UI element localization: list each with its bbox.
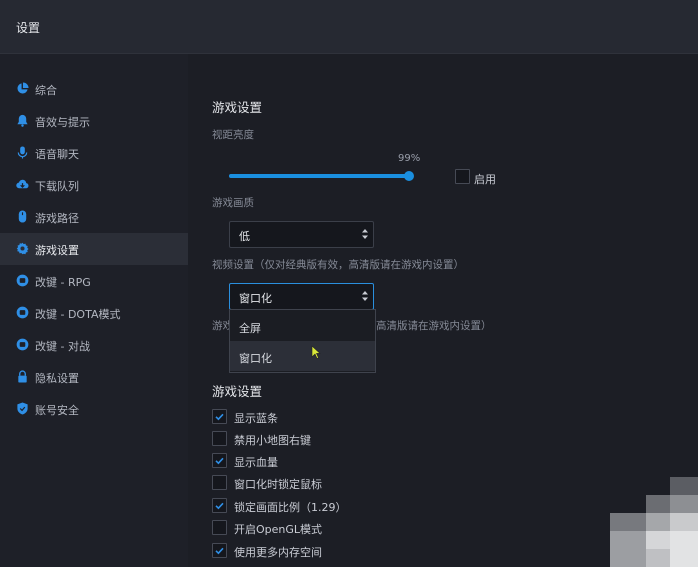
sidebar-item-keymap-battle[interactable]: 改键 - 对战 — [0, 329, 188, 361]
sidebar-item-label: 改键 - RPG — [35, 276, 91, 289]
keyboard-icon — [16, 274, 29, 287]
sidebar-item-keymap-dota[interactable]: 改键 - DOTA模式 — [0, 297, 188, 329]
gear-icon — [16, 242, 29, 255]
checkbox[interactable] — [212, 409, 227, 424]
checkbox[interactable] — [212, 475, 227, 490]
dropdown-option-windowed[interactable]: 窗口化 — [230, 341, 375, 371]
checkbox-label: 显示血量 — [234, 456, 278, 469]
section-title-game-settings: 游戏设置 — [212, 100, 263, 115]
checkbox-label: 窗口化时锁定鼠标 — [234, 478, 322, 491]
option-show-mana[interactable]: 显示蓝条 — [212, 408, 512, 426]
checkbox[interactable] — [212, 431, 227, 446]
sidebar-item-label: 语音聊天 — [35, 148, 79, 161]
updown-arrow-icon — [362, 229, 368, 239]
sidebar-item-keymap-rpg[interactable]: 改键 - RPG — [0, 265, 188, 297]
checkmark-icon — [215, 457, 224, 465]
sidebar-item-general[interactable]: 综合 — [0, 73, 188, 105]
mouse-icon — [18, 210, 27, 223]
checkbox-label: 禁用小地图右键 — [234, 434, 311, 447]
sidebar-item-label: 隐私设置 — [35, 372, 79, 385]
hidden-label-suffix: 高清版请在游戏内设置） — [376, 320, 492, 332]
option-show-health[interactable]: 显示血量 — [212, 452, 512, 470]
sidebar-item-label: 下载队列 — [35, 180, 79, 193]
video-settings-label: 视频设置（仅对经典版有效，高清版请在游戏内设置） — [212, 259, 464, 271]
sidebar-item-label: 游戏路径 — [35, 212, 79, 225]
keyboard-icon — [16, 338, 29, 351]
brightness-label: 视距亮度 — [212, 129, 254, 141]
sidebar-item-label: 音效与提示 — [35, 116, 90, 129]
checkbox-label: 显示蓝条 — [234, 412, 278, 425]
sidebar-item-voice[interactable]: 语音聊天 — [0, 137, 188, 169]
pie-chart-icon — [17, 82, 29, 94]
video-select-value: 窗口化 — [239, 292, 272, 305]
checkbox[interactable] — [212, 498, 227, 513]
cloud-download-icon — [16, 179, 29, 189]
checkbox[interactable] — [212, 453, 227, 468]
quality-select-value: 低 — [239, 230, 250, 243]
mouse-cursor-icon — [311, 345, 321, 359]
option-disable-minimap-right-click[interactable]: 禁用小地图右键 — [212, 430, 512, 448]
brightness-enable-checkbox[interactable] — [455, 169, 470, 184]
lock-icon — [18, 370, 27, 383]
bell-icon — [17, 114, 28, 127]
window-title: 设置 — [16, 21, 41, 35]
sidebar-item-label: 账号安全 — [35, 404, 79, 417]
sidebar: 综合 音效与提示 语音聊天 下载队列 游戏路径 游戏设置 改键 - RPG 改键… — [0, 54, 188, 567]
keyboard-icon — [16, 306, 29, 319]
section-title-game-options: 游戏设置 — [212, 384, 263, 399]
pixelated-watermark — [610, 477, 698, 567]
sidebar-item-privacy[interactable]: 隐私设置 — [0, 361, 188, 393]
checkmark-icon — [215, 502, 224, 510]
checkmark-icon — [215, 413, 224, 421]
updown-arrow-icon — [362, 291, 368, 301]
sidebar-item-sound[interactable]: 音效与提示 — [0, 105, 188, 137]
dropdown-option-fullscreen[interactable]: 全屏 — [230, 311, 375, 341]
option-lock-mouse-windowed[interactable]: 窗口化时锁定鼠标 — [212, 474, 512, 492]
checkbox[interactable] — [212, 520, 227, 535]
sidebar-item-label: 改键 - 对战 — [35, 340, 90, 353]
title-bar: 设置 — [0, 0, 698, 54]
quality-label: 游戏画质 — [212, 197, 254, 209]
slider-fill — [229, 174, 410, 178]
sidebar-item-label: 改键 - DOTA模式 — [35, 308, 121, 321]
microphone-icon — [17, 146, 28, 159]
quality-select[interactable]: 低 — [229, 221, 374, 248]
option-opengl-mode[interactable]: 开启OpenGL模式 — [212, 519, 512, 537]
shield-icon — [17, 402, 28, 415]
sidebar-item-account-security[interactable]: 账号安全 — [0, 393, 188, 425]
option-use-more-memory[interactable]: 使用更多内存空间 — [212, 542, 512, 560]
video-select[interactable]: 窗口化 — [229, 283, 374, 310]
brightness-slider[interactable] — [229, 171, 415, 181]
checkbox-label: 开启OpenGL模式 — [234, 523, 323, 536]
sidebar-item-label: 综合 — [35, 84, 57, 97]
checkbox-label: 使用更多内存空间 — [234, 546, 322, 559]
sidebar-item-game-path[interactable]: 游戏路径 — [0, 201, 188, 233]
sidebar-item-game-settings[interactable]: 游戏设置 — [0, 233, 188, 265]
brightness-enable-label: 启用 — [474, 173, 496, 186]
dropdown-option-label: 全屏 — [239, 322, 261, 335]
sidebar-item-downloads[interactable]: 下载队列 — [0, 169, 188, 201]
checkbox-label: 锁定画面比例（1.29） — [234, 501, 347, 514]
checkbox[interactable] — [212, 543, 227, 558]
brightness-value: 99% — [398, 153, 421, 164]
dropdown-option-label: 窗口化 — [239, 352, 272, 365]
option-lock-aspect-ratio[interactable]: 锁定画面比例（1.29） — [212, 497, 512, 515]
sidebar-item-label: 游戏设置 — [35, 244, 79, 257]
video-dropdown-list: 全屏 窗口化 — [229, 309, 376, 373]
checkmark-icon — [215, 547, 224, 555]
